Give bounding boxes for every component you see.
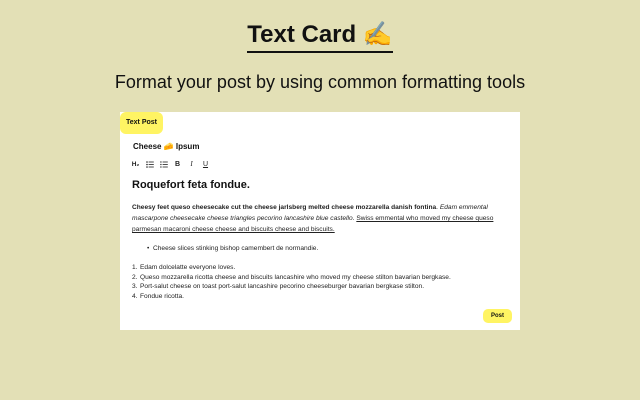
bullet-list-icon [145,160,154,168]
page-subtitle: Format your post by using common formatt… [114,72,526,92]
bullet-list: Cheese slices stinking bishop camembert … [132,244,512,254]
text-post-tag: Text Post [120,112,163,134]
text-card: Text Post Cheese 🧀 Ipsum H₂ B I U Roquef… [120,112,520,330]
post-button[interactable]: Post [483,309,512,323]
content-paragraph: Cheesy feet queso cheesecake cut the che… [132,202,512,235]
underline-button[interactable]: U [201,159,210,169]
page-title-text: Text Card [247,21,357,48]
page-title: Text Card ✍️ [0,20,640,53]
numbered-list-icon [159,160,168,168]
numbered-list-item: 4. Fondue ricotta. [132,293,184,301]
numbered-list-item: 1. Edam dolcelatte everyone loves. [132,264,236,271]
bullet-list-button[interactable] [145,159,154,169]
bullet-list-item: Cheese slices stinking bishop camembert … [147,244,512,254]
rich-text-editor[interactable]: Roquefort feta fondue. Cheesy feet queso… [132,178,512,302]
italic-button[interactable]: I [187,159,196,169]
heading-2-button[interactable]: H₂ [131,159,140,169]
document-title: Cheese 🧀 Ipsum [133,142,200,151]
bold-button[interactable]: B [173,159,182,169]
numbered-list-item-text: Queso mozzarella ricotta cheese and bisc… [140,273,451,281]
numbered-list-item: 3. Port-salut cheese on toast port-salut … [132,283,425,291]
bold-text: Cheesy feet queso cheesecake cut the che… [132,204,437,211]
numbered-list-item-text: Port-salut cheese on toast port-salut la… [140,283,425,291]
numbered-list: 1. Edam dolcelatte everyone loves. 2. Ques… [132,263,512,302]
writing-hand-icon: ✍️ [362,21,393,48]
content-heading: Roquefort feta fondue. [132,179,250,191]
numbered-list-item-text: Fondue ricotta. [140,293,184,301]
numbered-list-button[interactable] [159,159,168,169]
page-title-underline: Text Card ✍️ [247,20,393,53]
numbered-list-item: 2. Queso mozzarella ricotta cheese and bi… [132,273,451,281]
numbered-list-item-text: Edam dolcelatte everyone loves. [140,264,236,271]
formatting-toolbar: H₂ B I U [131,158,210,170]
